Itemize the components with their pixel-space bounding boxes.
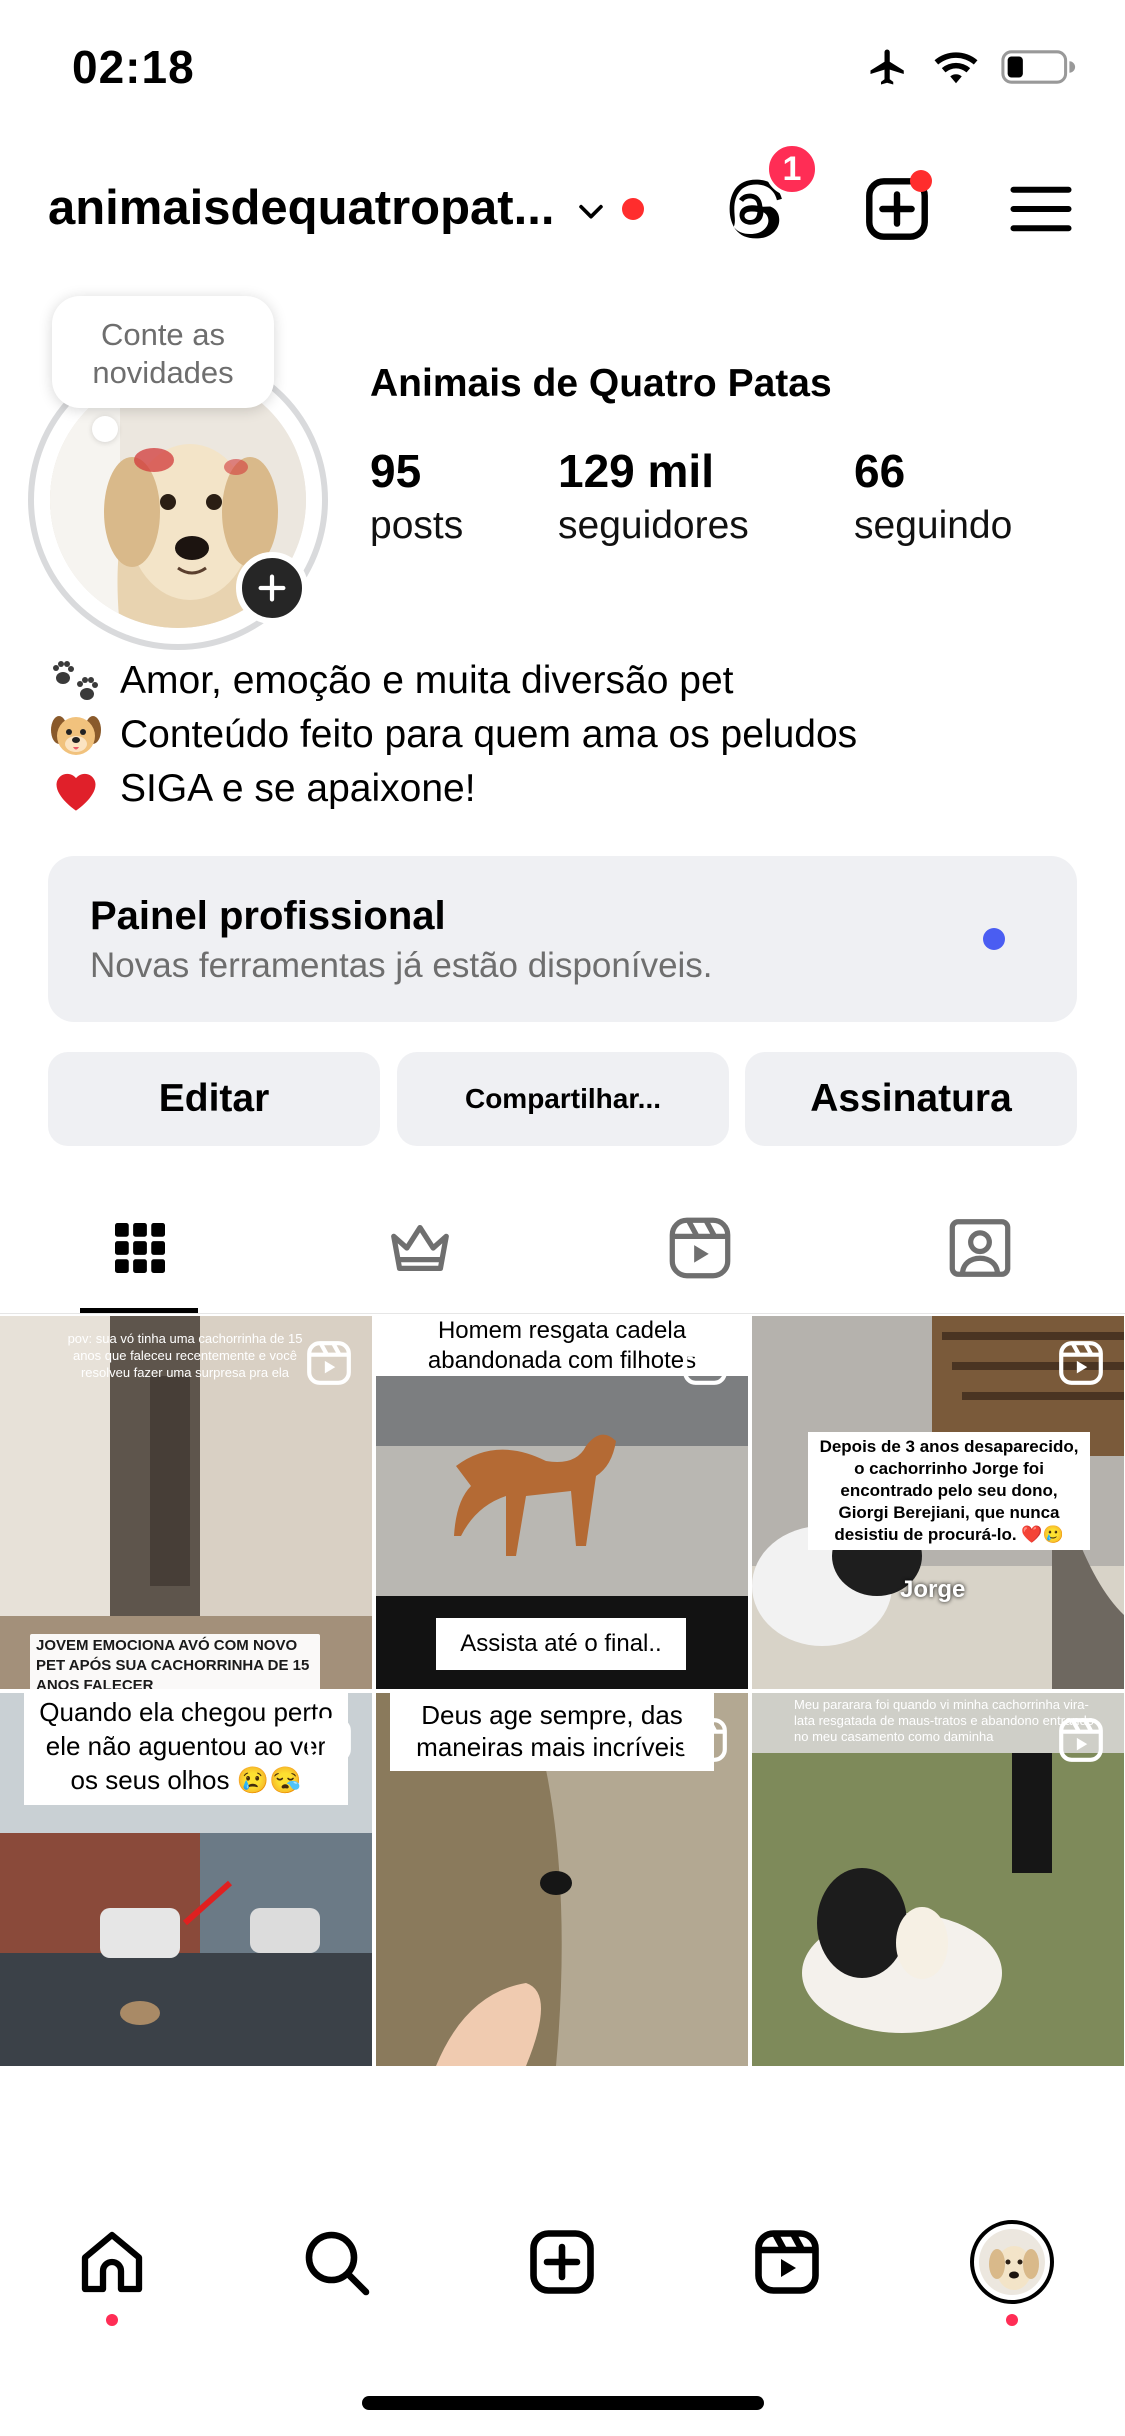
post-thumbnail[interactable]: Deus age sempre, das maneiras mais incrí… [376,1693,748,2066]
stat-label: seguindo [854,504,1013,547]
reel-indicator-icon [680,1715,730,1770]
bio-text: Conteúdo feito para quem ama os peludos [120,713,858,756]
post-caption: Depois de 3 anos desaparecido, o cachorr… [808,1432,1090,1550]
stat-value: 66 [854,445,906,497]
bio-text: SIGA e se apaixone! [120,767,476,810]
paw-prints-icon [48,654,104,708]
status-bar: 02:18 [0,0,1125,135]
bio-line: Conteúdo feito para quem ama os peludos [48,708,857,762]
account-notification-dot [622,198,644,220]
home-indicator [362,2396,764,2410]
tab-exclusive[interactable] [280,1205,560,1315]
bio: Amor, emoção e muita diversão pet Conteú… [48,654,857,816]
bio-line: Amor, emoção e muita diversão pet [48,654,857,708]
tab-tagged[interactable] [840,1205,1120,1315]
home-notification-dot [106,2314,118,2326]
bio-line: SIGA e se apaixone! [48,762,857,816]
home-icon[interactable] [76,2226,148,2303]
menu-icon[interactable] [1008,174,1074,249]
note-bubble[interactable]: Conte as novidades [52,296,274,408]
tab-grid[interactable] [0,1205,280,1315]
post-caption: Deus age sempre, das maneiras mais incrí… [390,1693,714,1771]
reels-icon[interactable] [751,2226,823,2303]
tagged-icon [945,1205,1015,1315]
wifi-icon [933,49,979,90]
professional-dashboard[interactable]: Painel profissional Novas ferramentas já… [48,856,1077,1022]
post-top-text: pov: sua vó tinha uma cachorrinha de 15 … [67,1331,303,1380]
post-caption: Assista até o final.. [436,1618,686,1670]
tab-reels[interactable] [560,1205,840,1315]
dog-face-icon [48,708,104,762]
add-story-button[interactable] [236,552,308,624]
post-thumbnail[interactable]: Depois de 3 anos desaparecido, o cachorr… [752,1316,1124,1689]
tab-divider [0,1313,1125,1314]
reel-indicator-icon [680,1338,730,1393]
profile-notification-dot [1006,2314,1018,2326]
stat-label: seguidores [558,504,749,547]
airplane-icon [865,46,911,93]
threads-badge: 1 [765,142,819,196]
post-thumbnail[interactable]: Quando ela chegou perto ele não aguentou… [0,1693,372,2066]
new-tools-dot [983,928,1005,950]
profile-avatar[interactable] [970,2220,1054,2309]
stat-value: 129 mil [558,445,714,497]
red-heart-icon [48,762,104,816]
bio-text: Amor, emoção e muita diversão pet [120,659,734,702]
post-thumbnail[interactable]: Meu pararara foi quando vi minha cachorr… [752,1693,1124,2066]
reels-icon [665,1205,735,1315]
post-thumbnail[interactable]: pov: sua vó tinha uma cachorrinha de 15 … [0,1316,372,1689]
stat-label: posts [370,504,464,547]
account-switcher-username[interactable]: animaisdequatropat... [48,180,554,236]
chevron-down-icon[interactable] [574,194,608,233]
stat-value: 95 [370,445,422,497]
search-icon[interactable] [300,2226,372,2303]
edit-profile-button[interactable]: Editar [48,1052,380,1146]
stat-following[interactable]: 66 seguindo [854,444,1012,548]
subscription-button[interactable]: Assinatura [745,1052,1077,1146]
post-label: Jorge [900,1576,966,1603]
status-time: 02:18 [72,41,195,93]
crown-icon [385,1205,455,1315]
add-notification-dot [910,170,932,192]
stat-followers[interactable]: 129 mil seguidores [558,444,749,548]
stat-posts[interactable]: 95 posts [370,444,463,548]
note-bubble-tail [92,416,118,442]
reel-indicator-icon [1056,1715,1106,1770]
grid-icon [110,1205,170,1315]
pro-panel-title: Painel profissional [90,894,446,938]
profile-header: animaisdequatropat... [0,160,1125,260]
reel-indicator-icon [1056,1338,1106,1393]
pro-panel-subtitle: Novas ferramentas já estão disponíveis. [90,946,713,985]
create-icon[interactable] [526,2226,598,2303]
post-caption: Quando ela chegou perto ele não aguentou… [24,1693,348,1805]
post-caption: JOVEM EMOCIONA AVÓ COM NOVO PET APÓS SUA… [30,1634,320,1689]
reel-indicator-icon [304,1338,354,1393]
reel-indicator-icon [304,1715,354,1770]
share-profile-button[interactable]: Compartilhar... [397,1052,729,1146]
display-name: Animais de Quatro Patas [370,362,832,405]
post-caption: Meu pararara foi quando vi minha cachorr… [794,1697,1094,1744]
post-thumbnail[interactable]: Homem resgata cadela abandonada com filh… [376,1316,748,1689]
status-icons [865,46,1077,93]
battery-icon [1001,48,1077,91]
